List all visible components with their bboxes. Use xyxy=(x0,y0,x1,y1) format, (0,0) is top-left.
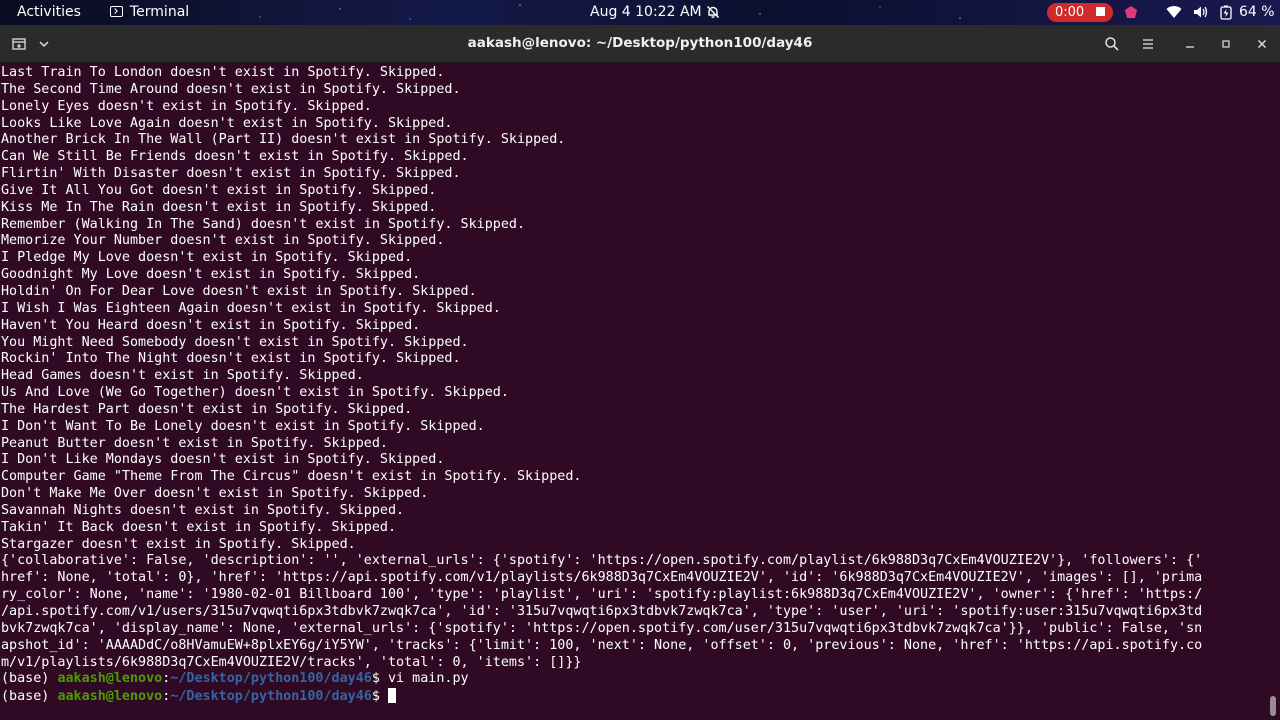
output-line: Stargazer doesn't exist in Spotify. Skip… xyxy=(1,536,356,552)
output-line: Savannah Nights doesn't exist in Spotify… xyxy=(1,502,405,518)
minimize-icon[interactable] xyxy=(1182,36,1198,52)
recording-time: 0:00 xyxy=(1055,5,1085,20)
output-line: Peanut Butter doesn't exist in Spotify. … xyxy=(1,435,388,451)
output-line: href': None, 'total': 0}, 'href': 'https… xyxy=(1,570,1203,586)
previous-command: vi main.py xyxy=(379,671,469,687)
close-icon[interactable] xyxy=(1254,36,1270,52)
search-icon[interactable] xyxy=(1104,36,1120,52)
screen-recording-indicator[interactable]: 0:00 xyxy=(1047,3,1114,22)
terminal-lines: Last Train To London doesn't exist in Sp… xyxy=(1,65,1265,705)
output-line: Don't Make Me Over doesn't exist in Spot… xyxy=(1,486,429,502)
stop-recording-icon xyxy=(1096,7,1106,16)
prompt-path: ~/Desktop/python100/day46 xyxy=(170,689,372,705)
output-line: Give It All You Got doesn't exist in Spo… xyxy=(1,182,437,198)
wifi-icon[interactable] xyxy=(1166,5,1182,19)
output-line: Remember (Walking In The Sand) doesn't e… xyxy=(1,216,526,232)
hamburger-menu-icon[interactable] xyxy=(1140,36,1156,52)
terminal-output-area[interactable]: Last Train To London doesn't exist in Sp… xyxy=(0,63,1266,720)
battery-percentage[interactable]: 64 % xyxy=(1239,0,1275,25)
window-title: aakash@lenovo: ~/Desktop/python100/day46 xyxy=(467,35,813,51)
output-line: Us And Love (We Go Together) doesn't exi… xyxy=(1,385,509,401)
output-line: Looks Like Love Again doesn't exist in S… xyxy=(1,115,453,131)
active-prompt-line[interactable]: (base) aakash@lenovo:~/Desktop/python100… xyxy=(1,688,1265,705)
output-line: Computer Game "Theme From The Circus" do… xyxy=(1,469,582,485)
output-line: Goodnight My Love doesn't exist in Spoti… xyxy=(1,267,421,283)
output-line: ry_color': None, 'name': '1980-02-01 Bil… xyxy=(1,587,1203,603)
output-block: Last Train To London doesn't exist in Sp… xyxy=(1,65,1265,671)
output-line: Memorize Your Number doesn't exist in Sp… xyxy=(1,233,445,249)
app-menu-label: Terminal xyxy=(130,4,190,20)
prompt-user-host: aakash@lenovo xyxy=(57,689,163,705)
output-line: /api.spotify.com/v1/users/315u7vqwqti6px… xyxy=(1,604,1203,619)
prompt-dollar: $ xyxy=(371,689,380,705)
output-line: Kiss Me In The Rain doesn't exist in Spo… xyxy=(1,199,437,215)
scrollbar-thumb[interactable] xyxy=(1270,696,1276,716)
prompt-user-host: aakash@lenovo xyxy=(57,671,163,687)
volume-icon[interactable] xyxy=(1193,5,1208,19)
prompt-line: (base) aakash@lenovo:~/Desktop/python100… xyxy=(1,671,1265,688)
output-line: Another Brick In The Wall (Part II) does… xyxy=(1,132,566,148)
chevron-down-icon[interactable] xyxy=(38,39,50,49)
extension-indicator-icon[interactable] xyxy=(1124,5,1138,19)
output-line: I Wish I Was Eighteen Again doesn't exis… xyxy=(1,300,501,316)
prompt-dollar: $ xyxy=(371,671,380,687)
terminal-app-icon xyxy=(110,6,123,17)
clock-button[interactable]: Aug 4 10:22 AM xyxy=(590,0,702,25)
output-line: Holdin' On For Dear Love doesn't exist i… xyxy=(1,283,477,299)
prompt-path: ~/Desktop/python100/day46 xyxy=(170,671,372,687)
output-line: Lonely Eyes doesn't exist in Spotify. Sk… xyxy=(1,98,372,114)
output-line: The Hardest Part doesn't exist in Spotif… xyxy=(1,401,413,417)
conda-env: (base) xyxy=(1,671,58,687)
output-line: apshot_id': 'AAAADdC/o8HVamuEW+8plxEY6g/… xyxy=(1,637,1203,653)
notifications-muted-icon[interactable] xyxy=(706,5,720,19)
output-line: Takin' It Back doesn't exist in Spotify.… xyxy=(1,519,397,535)
output-line: bvk7zwqk7ca', 'display_name': None, 'ext… xyxy=(1,620,1203,636)
scrollbar[interactable] xyxy=(1266,63,1280,720)
battery-charging-icon[interactable] xyxy=(1220,5,1232,20)
output-line: Last Train To London doesn't exist in Sp… xyxy=(1,65,445,80)
output-line: You Might Need Somebody doesn't exist in… xyxy=(1,334,469,350)
output-line: Haven't You Heard doesn't exist in Spoti… xyxy=(1,317,421,333)
output-line: The Second Time Around doesn't exist in … xyxy=(1,81,461,97)
output-line: I Don't Want To Be Lonely doesn't exist … xyxy=(1,418,485,434)
top-bar: Activities Terminal Aug 4 10:22 AM 0:00 … xyxy=(0,0,1280,25)
output-line: {'collaborative': False, 'description': … xyxy=(1,553,1203,569)
output-line: I Pledge My Love doesn't exist in Spotif… xyxy=(1,250,413,266)
new-tab-icon[interactable] xyxy=(11,36,27,52)
terminal-header-bar: aakash@lenovo: ~/Desktop/python100/day46 xyxy=(0,25,1280,63)
output-line: m/v1/playlists/6k988D3q7CxEm4VOUZIE2V/tr… xyxy=(1,654,582,670)
conda-env: (base) xyxy=(1,689,58,705)
output-line: Rockin' Into The Night doesn't exist in … xyxy=(1,351,461,367)
output-line: Flirtin' With Disaster doesn't exist in … xyxy=(1,166,461,182)
text-cursor xyxy=(387,688,396,704)
output-line: I Don't Like Mondays doesn't exist in Sp… xyxy=(1,452,445,468)
output-line: Head Games doesn't exist in Spotify. Ski… xyxy=(1,368,364,384)
output-line: Can We Still Be Friends doesn't exist in… xyxy=(1,149,469,165)
activities-button[interactable]: Activities xyxy=(17,0,81,25)
maximize-icon[interactable] xyxy=(1218,36,1234,52)
app-menu-button[interactable]: Terminal xyxy=(110,0,189,25)
